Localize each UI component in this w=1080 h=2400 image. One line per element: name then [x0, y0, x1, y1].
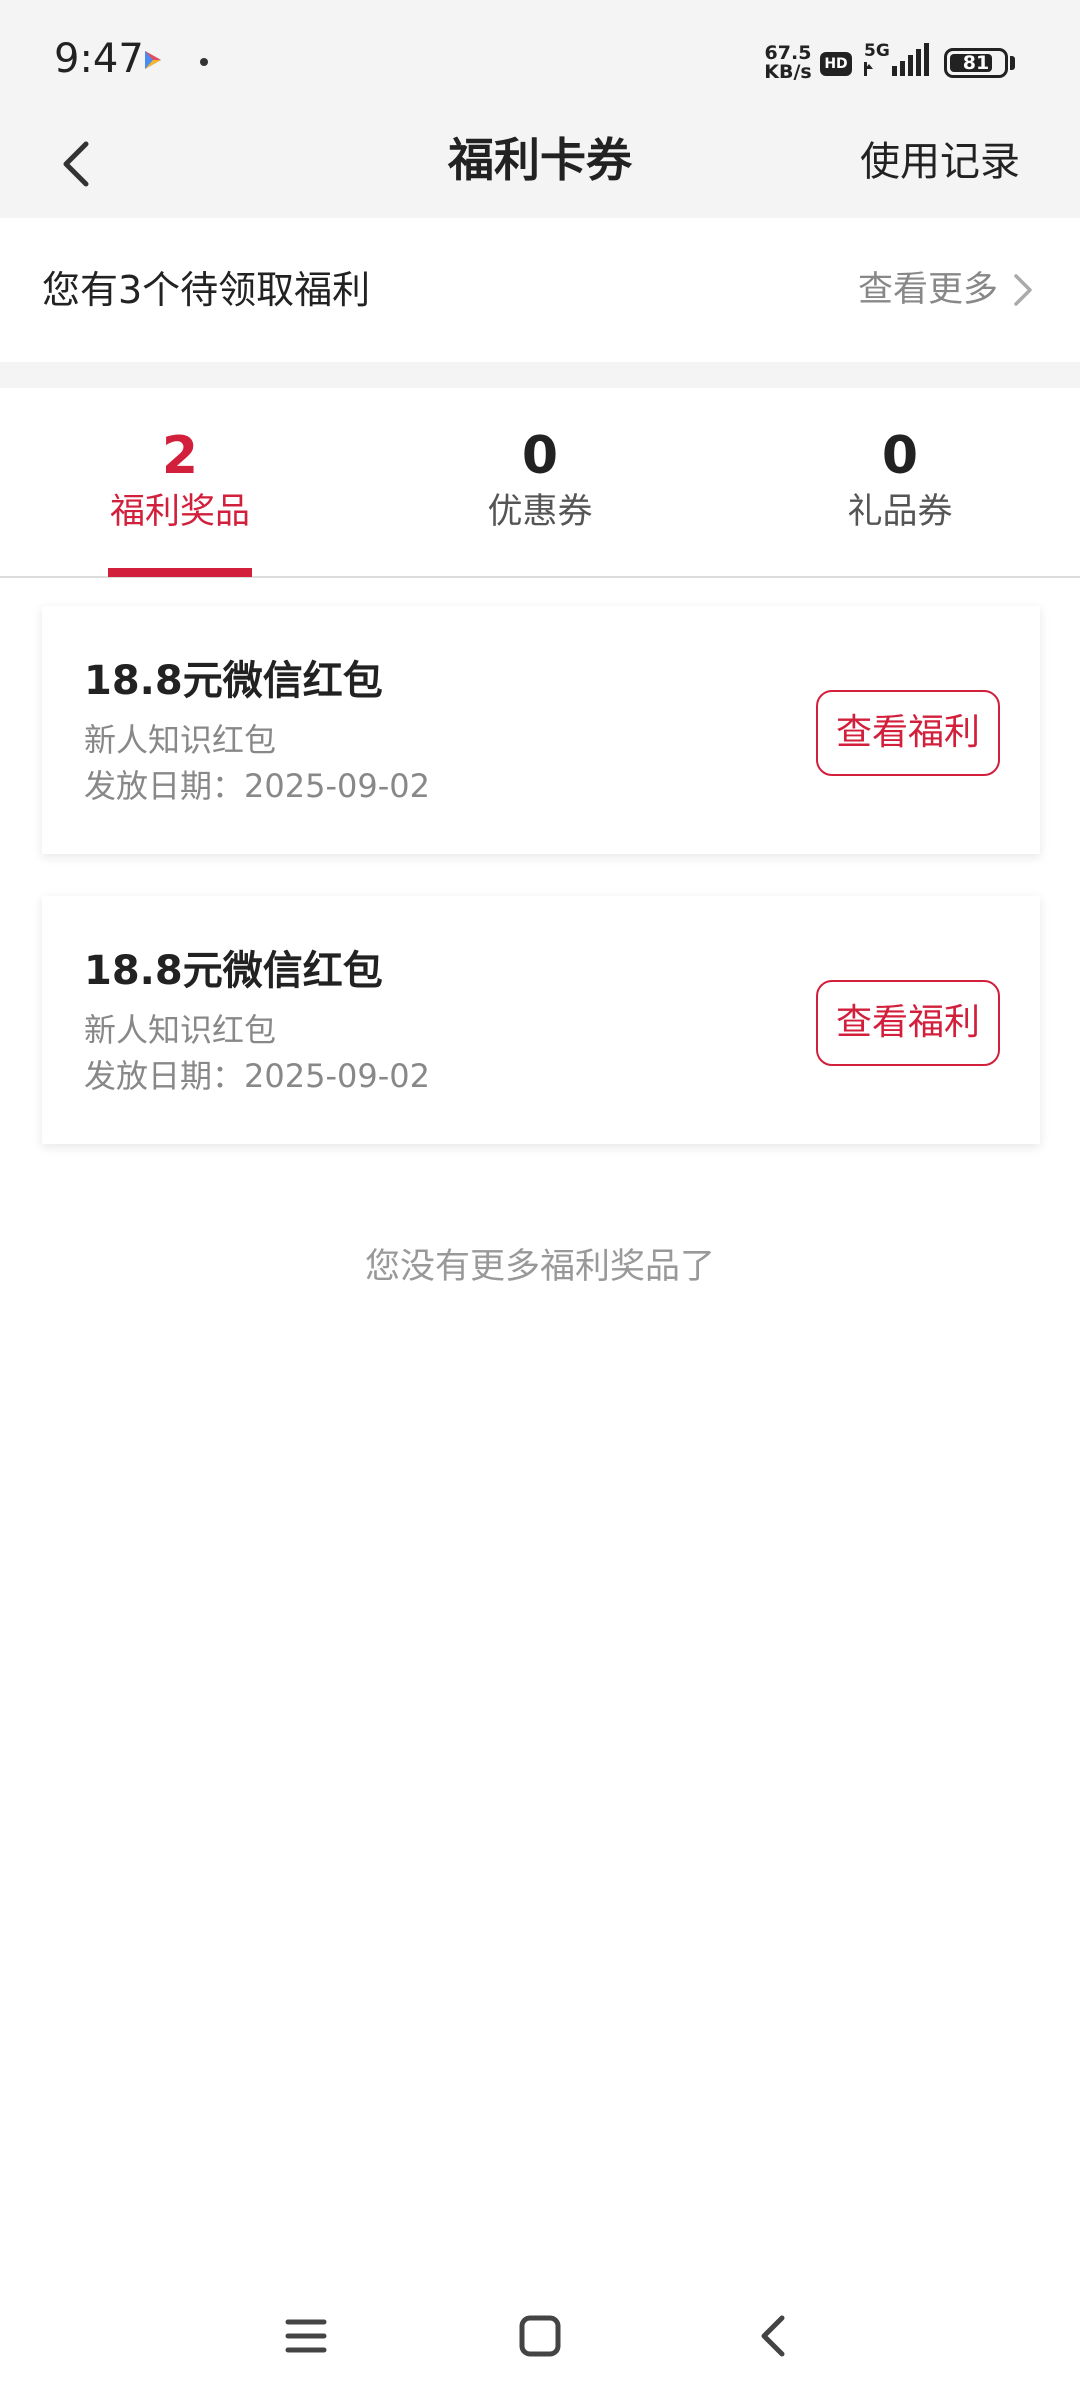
view-benefit-button[interactable]: 查看福利 [816, 690, 1000, 776]
view-benefit-button[interactable]: 查看福利 [816, 980, 1000, 1066]
tab-label: 礼品券 [847, 492, 953, 532]
tab-count: 0 [521, 426, 559, 486]
notification-dot-icon [200, 58, 208, 66]
system-nav-bar [0, 2286, 1080, 2386]
battery-text: 81 [962, 52, 990, 74]
card-title: 18.8元微信红包 [84, 948, 383, 994]
battery-icon: 81 [944, 48, 1008, 78]
category-tabs: 2 福利奖品 0 优惠券 0 礼品券 [0, 388, 1080, 578]
tab-coupons[interactable]: 0 优惠券 [360, 388, 720, 576]
home-icon[interactable] [510, 2306, 570, 2366]
network-label: 5G [864, 41, 890, 61]
signal-icon: 5G [864, 41, 929, 76]
tab-label: 优惠券 [487, 492, 593, 532]
tab-benefit-prizes[interactable]: 2 福利奖品 [0, 388, 360, 576]
card-subtitle: 新人知识红包 [84, 721, 277, 759]
battery-cap [1010, 56, 1015, 70]
status-time: 9:47 [54, 36, 144, 82]
net-speed: 67.5 KB/s [762, 44, 814, 82]
top-app-bar: 福利卡券 使用记录 [0, 120, 1080, 218]
section-divider [0, 362, 1080, 388]
usage-history-link[interactable]: 使用记录 [860, 134, 1020, 190]
tab-label: 福利奖品 [109, 492, 250, 532]
tab-count: 2 [161, 426, 199, 486]
pending-benefits-banner[interactable]: 您有3个待领取福利 查看更多 [0, 218, 1080, 362]
chevron-right-icon [1014, 274, 1032, 306]
benefit-card: 18.8元微信红包 新人知识红包 发放日期：2025-09-02 查看福利 [42, 896, 1040, 1144]
play-store-icon [145, 51, 161, 69]
hd-badge: HD [820, 52, 852, 76]
card-title: 18.8元微信红包 [84, 658, 383, 704]
view-more-label: 查看更多 [857, 270, 998, 310]
net-speed-unit: KB/s [764, 61, 812, 83]
tab-gift-vouchers[interactable]: 0 礼品券 [720, 388, 1080, 576]
end-of-list-text: 您没有更多福利奖品了 [364, 1247, 715, 1287]
back-icon[interactable] [40, 124, 120, 204]
benefit-card: 18.8元微信红包 新人知识红包 发放日期：2025-09-02 查看福利 [42, 606, 1040, 854]
tab-count: 0 [881, 426, 919, 486]
card-subtitle: 新人知识红包 [84, 1011, 277, 1049]
view-more-link[interactable]: 查看更多 [858, 264, 1038, 316]
card-issue-date: 发放日期：2025-09-02 [84, 1057, 430, 1095]
card-issue-date: 发放日期：2025-09-02 [84, 767, 430, 805]
page: 9:47 67.5 KB/s HD 5G 81 福利卡券 使用记录 您有3个待领… [0, 0, 1080, 2400]
nav-back-icon[interactable] [744, 2306, 804, 2366]
pending-benefits-text: 您有3个待领取福利 [42, 268, 371, 312]
page-title: 福利卡券 [448, 133, 632, 187]
status-bar: 9:47 67.5 KB/s HD 5G 81 [0, 0, 1080, 120]
menu-icon[interactable] [276, 2306, 336, 2366]
active-tab-indicator [108, 568, 252, 577]
